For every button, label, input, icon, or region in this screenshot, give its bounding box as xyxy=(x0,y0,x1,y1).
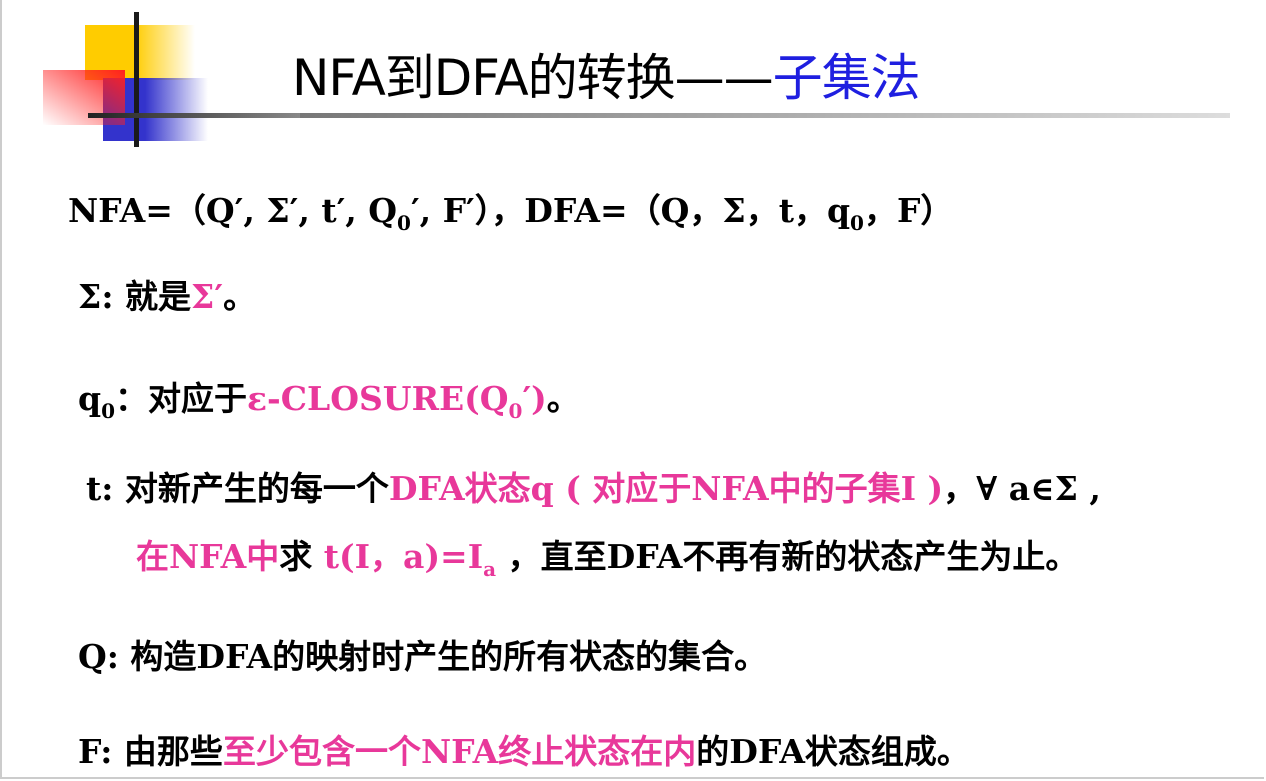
text-segment: 求 xyxy=(279,537,324,576)
page-title: NFA到DFA的转换——子集法 xyxy=(292,38,921,110)
text-segment: ，F） xyxy=(863,191,954,230)
text-segment: NFA=（Q′, Σ′, t′, Q xyxy=(68,191,398,230)
t-rule: t: 对新产生的每一个DFA状态q ( 对应于NFA中的子集I )，∀ a∈Σ … xyxy=(86,462,1101,510)
subscript: 0 xyxy=(397,211,411,235)
subscript: 0 xyxy=(101,399,115,423)
text-segment: Σ: 就是 xyxy=(78,277,192,316)
title-underline xyxy=(300,113,1230,118)
text-segment: ，∀ a∈Σ , xyxy=(943,469,1101,508)
title-main: NFA到DFA的转换—— xyxy=(292,49,774,107)
text-segment: 在NFA中 xyxy=(136,537,280,576)
subscript: 0 xyxy=(850,211,864,235)
text-segment: ：对应于 xyxy=(115,379,247,418)
text-segment: t(I，a)=I xyxy=(323,537,484,576)
nfa-dfa-definition: NFA=（Q′, Σ′, t′, Q0′, F′），DFA=（Q，Σ，t，q0，… xyxy=(68,184,953,235)
f-rule: F: 由那些至少包含一个NFA终止状态在内的DFA状态组成。 xyxy=(78,725,970,773)
subscript: 0 xyxy=(508,399,523,423)
text-segment: 至少包含一个NFA终止状态在内 xyxy=(222,732,697,771)
text-segment: F: 由那些 xyxy=(78,732,223,771)
text-segment: DFA状态q ( 对应于NFA中的子集I ) xyxy=(388,469,944,508)
text-segment: ，直至DFA不再有新的状态产生为止。 xyxy=(496,537,1079,576)
text-segment: ′, F′），DFA=（Q，Σ，t，q xyxy=(410,191,851,230)
text-segment: ε-CLOSURE(Q xyxy=(247,379,509,418)
text-segment: 的DFA状态组成。 xyxy=(696,732,970,771)
text-segment: ′) xyxy=(522,379,547,418)
t-rule-continued: 在NFA中求 t(I，a)=Ia ，直至DFA不再有新的状态产生为止。 xyxy=(136,530,1078,581)
text-segment: Q: 构造DFA的映射时产生的所有状态的集合。 xyxy=(78,637,768,676)
text-segment: t: 对新产生的每一个 xyxy=(86,469,389,508)
q-rule: Q: 构造DFA的映射时产生的所有状态的集合。 xyxy=(78,630,767,678)
text-segment: 。 xyxy=(546,379,580,418)
slide-decoration-logo xyxy=(43,12,300,147)
title-highlight: 子集法 xyxy=(772,49,921,107)
text-segment: Σ′ xyxy=(191,277,224,316)
text-segment: 。 xyxy=(223,277,257,316)
sigma-rule: Σ: 就是Σ′。 xyxy=(78,270,256,318)
subscript: a xyxy=(483,557,497,581)
text-segment: q xyxy=(78,379,102,418)
q0-rule: q0：对应于ε-CLOSURE(Q0′)。 xyxy=(78,372,580,423)
